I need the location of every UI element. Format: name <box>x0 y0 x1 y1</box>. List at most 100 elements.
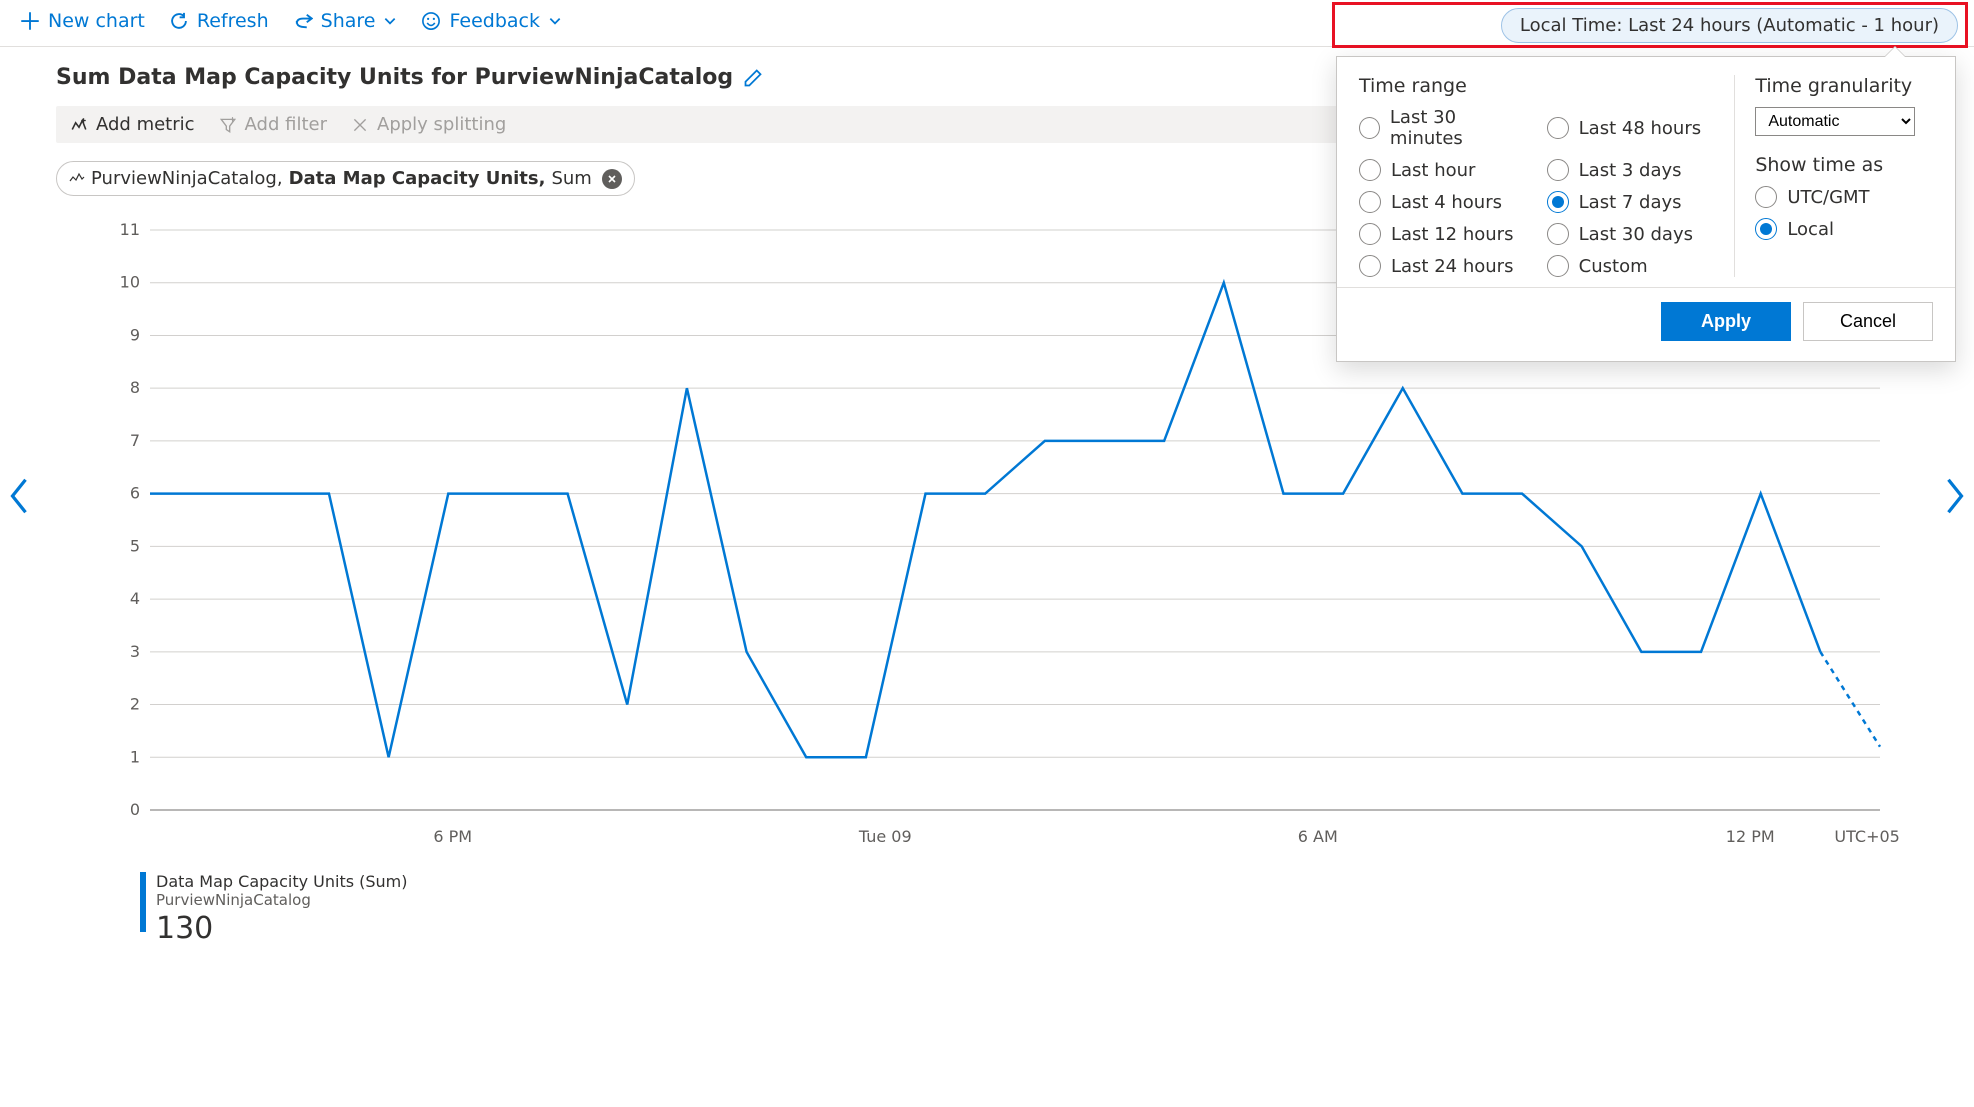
time-range-option-label: Last hour <box>1391 160 1475 181</box>
legend-value: 130 <box>156 911 408 946</box>
svg-text:Tue 09: Tue 09 <box>858 827 912 846</box>
time-range-option[interactable]: Last 48 hours <box>1547 107 1715 149</box>
chart-next-button[interactable] <box>1942 476 1968 520</box>
radio-icon <box>1359 159 1381 181</box>
chart-prev-button[interactable] <box>6 476 32 520</box>
chip-metric: Data Map Capacity Units, <box>289 168 546 189</box>
time-range-option[interactable]: Last 30 days <box>1547 223 1715 245</box>
show-time-option[interactable]: UTC/GMT <box>1755 186 1933 208</box>
legend-subtitle: PurviewNinjaCatalog <box>156 891 408 909</box>
show-time-option[interactable]: Local <box>1755 218 1933 240</box>
time-range-option-label: Last 30 days <box>1579 224 1693 245</box>
legend-color-swatch <box>140 872 146 932</box>
time-range-option[interactable]: Last 3 days <box>1547 159 1715 181</box>
radio-icon <box>1359 255 1381 277</box>
granularity-select[interactable]: Automatic <box>1755 107 1915 136</box>
time-range-option[interactable]: Last 30 minutes <box>1359 107 1527 149</box>
time-range-option-label: Last 4 hours <box>1391 192 1502 213</box>
time-range-option[interactable]: Last 7 days <box>1547 191 1715 213</box>
svg-text:6 PM: 6 PM <box>433 827 472 846</box>
svg-text:0: 0 <box>130 800 140 819</box>
radio-icon <box>1755 186 1777 208</box>
time-range-pill[interactable]: Local Time: Last 24 hours (Automatic - 1… <box>1501 8 1958 43</box>
svg-text:3: 3 <box>130 642 140 661</box>
close-icon <box>607 174 617 184</box>
radio-icon <box>1359 117 1380 139</box>
add-filter-label: Add filter <box>245 114 327 135</box>
radio-icon <box>1547 223 1569 245</box>
show-time-option-label: Local <box>1787 219 1834 240</box>
chip-agg: Sum <box>551 168 591 189</box>
smile-icon <box>421 11 441 31</box>
granularity-heading: Time granularity <box>1755 75 1933 97</box>
time-range-option[interactable]: Last 24 hours <box>1359 255 1527 277</box>
time-range-option-label: Last 12 hours <box>1391 224 1513 245</box>
legend-title: Data Map Capacity Units (Sum) <box>156 872 408 891</box>
time-range-option[interactable]: Last 12 hours <box>1359 223 1527 245</box>
new-chart-label: New chart <box>48 10 145 32</box>
time-range-option-label: Last 48 hours <box>1579 118 1701 139</box>
show-time-heading: Show time as <box>1755 154 1933 176</box>
svg-text:5: 5 <box>130 536 140 555</box>
time-range-option-label: Custom <box>1579 256 1648 277</box>
radio-icon <box>1547 191 1569 213</box>
refresh-button[interactable]: Refresh <box>169 10 269 32</box>
radio-icon <box>1547 117 1569 139</box>
show-time-option-label: UTC/GMT <box>1787 187 1869 208</box>
svg-text:8: 8 <box>130 378 140 397</box>
svg-text:2: 2 <box>130 695 140 714</box>
share-button[interactable]: Share <box>293 10 398 32</box>
split-icon <box>351 116 369 134</box>
time-range-option-label: Last 24 hours <box>1391 256 1513 277</box>
add-metric-label: Add metric <box>96 114 195 135</box>
sparkline-icon <box>69 171 85 187</box>
svg-text:6: 6 <box>130 484 140 503</box>
radio-icon <box>1755 218 1777 240</box>
chip-remove-button[interactable] <box>602 169 622 189</box>
chevron-left-icon <box>6 476 32 516</box>
refresh-icon <box>169 11 189 31</box>
time-range-pill-label: Local Time: Last 24 hours (Automatic - 1… <box>1520 15 1939 36</box>
chart-title: Sum Data Map Capacity Units for PurviewN… <box>56 65 733 90</box>
time-range-option-label: Last 30 minutes <box>1390 107 1527 149</box>
svg-text:1: 1 <box>130 747 140 766</box>
chevron-right-icon <box>1942 476 1968 516</box>
metric-chip[interactable]: PurviewNinjaCatalog, Data Map Capacity U… <box>56 161 635 196</box>
new-chart-button[interactable]: New chart <box>20 10 145 32</box>
add-metric-button[interactable]: Add metric <box>70 114 195 135</box>
add-filter-button[interactable]: Add filter <box>219 114 327 135</box>
refresh-label: Refresh <box>197 10 269 32</box>
radio-icon <box>1359 191 1381 213</box>
share-icon <box>293 11 313 31</box>
svg-text:12 PM: 12 PM <box>1726 827 1775 846</box>
feedback-button[interactable]: Feedback <box>421 10 561 32</box>
radio-icon <box>1547 255 1569 277</box>
svg-text:9: 9 <box>130 325 140 344</box>
plus-icon <box>20 11 40 31</box>
radio-icon <box>1359 223 1381 245</box>
time-range-option[interactable]: Custom <box>1547 255 1715 277</box>
chevron-down-icon <box>383 14 397 28</box>
time-range-popover: Time range Last 30 minutesLast 48 hoursL… <box>1336 56 1956 362</box>
apply-button[interactable]: Apply <box>1661 302 1791 341</box>
radio-icon <box>1547 159 1569 181</box>
svg-text:11: 11 <box>120 220 140 239</box>
share-label: Share <box>321 10 376 32</box>
chart-legend: Data Map Capacity Units (Sum) PurviewNin… <box>140 872 1934 946</box>
cancel-button[interactable]: Cancel <box>1803 302 1933 341</box>
svg-text:10: 10 <box>120 273 140 292</box>
time-range-options: Last 30 minutes Last 48 hours Last hour Las… <box>1359 107 1714 277</box>
time-range-option[interactable]: Last 4 hours <box>1359 191 1527 213</box>
filter-icon <box>219 116 237 134</box>
apply-splitting-button[interactable]: Apply splitting <box>351 114 506 135</box>
time-range-option-label: Last 3 days <box>1579 160 1682 181</box>
svg-text:6 AM: 6 AM <box>1298 827 1338 846</box>
chevron-down-icon <box>548 14 562 28</box>
feedback-label: Feedback <box>449 10 539 32</box>
time-range-option-label: Last 7 days <box>1579 192 1682 213</box>
time-range-heading: Time range <box>1359 75 1714 97</box>
edit-icon[interactable] <box>743 68 763 88</box>
svg-text:4: 4 <box>130 589 140 608</box>
svg-text:7: 7 <box>130 431 140 450</box>
time-range-option[interactable]: Last hour <box>1359 159 1527 181</box>
